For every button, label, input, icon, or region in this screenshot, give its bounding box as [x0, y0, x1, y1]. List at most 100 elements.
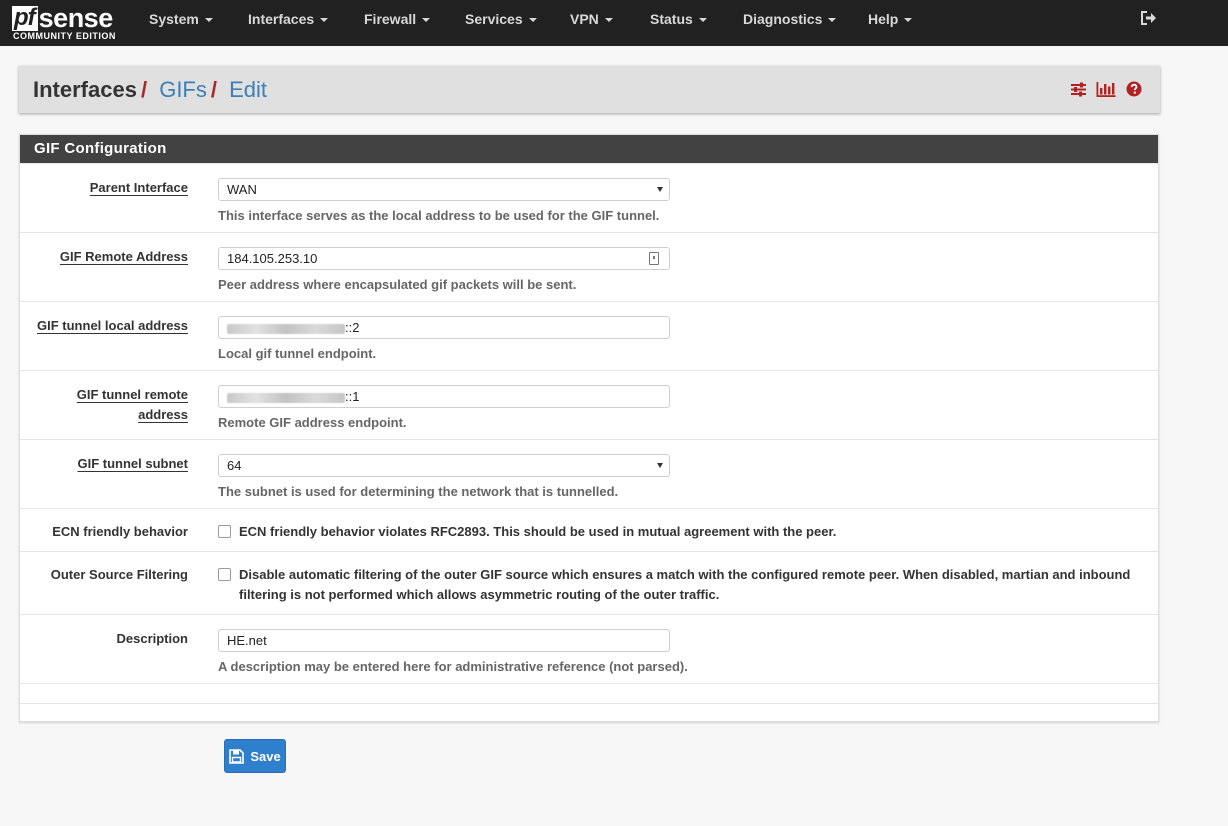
breadcrumb-root: Interfaces [33, 77, 137, 102]
input-value: ::1 [345, 389, 360, 404]
row-ecn-friendly: ECN friendly behavior ECN friendly behav… [20, 508, 1158, 551]
logo-sense: sense [38, 3, 114, 33]
address-book-icon [649, 252, 659, 265]
nav-services-menu[interactable]: Services [465, 0, 537, 38]
nav-help-menu[interactable]: Help [868, 0, 913, 38]
caret-down-icon [604, 18, 613, 23]
select-value: 64 [227, 458, 242, 473]
nav-label: Diagnostics [743, 11, 823, 27]
help-text: Peer address where encapsulated gif pack… [218, 277, 577, 292]
help-text: This interface serves as the local addre… [218, 208, 660, 223]
nav-label: Status [650, 11, 693, 27]
nav-label: Services [465, 11, 523, 27]
nav-interfaces-menu[interactable]: Interfaces [248, 0, 329, 38]
dropdown-arrow-icon [657, 187, 663, 192]
nav-system-menu[interactable]: System [149, 0, 213, 38]
checkbox-label[interactable]: ECN friendly behavior violates RFC2893. … [239, 522, 1149, 542]
save-label: Save [250, 748, 281, 764]
row-spacer [20, 683, 1158, 703]
parent-interface-select[interactable]: WAN [218, 178, 670, 201]
breadcrumb-shortcuts [1068, 80, 1144, 98]
logo-edition: COMMUNITY EDITION [13, 31, 116, 41]
ecn-checkbox-group: ECN friendly behavior violates RFC2893. … [218, 522, 1149, 542]
label-text: GIF tunnel remote [76, 387, 188, 402]
question-circle-icon[interactable] [1124, 80, 1144, 98]
breadcrumb: Interfaces / GIFs / Edit [19, 66, 1160, 113]
nav-firewall-menu[interactable]: Firewall [364, 0, 431, 38]
description-input[interactable]: HE.net [218, 629, 670, 652]
row-remote-address: GIF Remote Address 184.105.253.10 Peer a… [20, 232, 1158, 301]
redacted-address [227, 392, 345, 403]
nav-label: System [149, 11, 199, 27]
tunnel-remote-address-input[interactable]: ::1 [218, 385, 670, 408]
input-value: HE.net [227, 633, 267, 648]
gif-configuration-panel: GIF Configuration Parent Interface WAN T… [19, 134, 1159, 722]
input-value: 184.105.253.10 [227, 251, 318, 266]
sign-out-icon[interactable] [1140, 10, 1158, 26]
tunnel-local-address-input[interactable]: ::2 [218, 316, 670, 339]
input-value: ::2 [345, 320, 360, 335]
field-label: Outer Source Filtering [50, 567, 188, 582]
caret-down-icon [904, 18, 913, 23]
field-label: Parent Interface [28, 178, 188, 198]
field-label: GIF tunnel remote address [28, 385, 188, 425]
nav-label: VPN [570, 11, 599, 27]
nav-label: Firewall [364, 11, 417, 27]
outer-source-checkbox[interactable] [218, 568, 231, 581]
row-tunnel-subnet: GIF tunnel subnet 64 The subnet is used … [20, 439, 1158, 508]
caret-down-icon [828, 18, 837, 23]
logo-pf: pf [12, 6, 38, 31]
caret-down-icon [320, 18, 329, 23]
row-spacer [20, 703, 1158, 721]
label-text: Parent Interface [89, 180, 188, 195]
label-text: GIF Remote Address [59, 249, 188, 264]
outer-source-checkbox-group: Disable automatic filtering of the outer… [218, 565, 1149, 605]
breadcrumb-title: Interfaces / GIFs / Edit [33, 77, 267, 103]
breadcrumb-separator: / [210, 77, 217, 102]
top-navbar: pf sense COMMUNITY EDITION System Interfa… [0, 0, 1228, 46]
nav-diagnostics-menu[interactable]: Diagnostics [743, 0, 837, 38]
ecn-checkbox[interactable] [218, 525, 231, 538]
caret-down-icon [422, 18, 431, 23]
field-label: GIF Remote Address [28, 247, 188, 267]
breadcrumb-edit-link[interactable]: Edit [229, 77, 267, 102]
pfsense-logo[interactable]: pf sense COMMUNITY EDITION [12, 3, 127, 43]
field-label: GIF tunnel subnet [28, 454, 189, 474]
help-text: The subnet is used for determining the n… [218, 484, 619, 499]
row-parent-interface: Parent Interface WAN This interface serv… [20, 163, 1158, 232]
label-text: address [138, 407, 188, 422]
row-tunnel-remote-address: GIF tunnel remote address ::1 Remote GIF… [20, 370, 1158, 439]
tunnel-subnet-select[interactable]: 64 [218, 454, 670, 477]
row-tunnel-local-address: GIF tunnel local address ::2 Local gif t… [20, 301, 1158, 370]
checkbox-label[interactable]: Disable automatic filtering of the outer… [239, 565, 1149, 605]
bar-chart-icon[interactable] [1096, 80, 1116, 98]
nav-vpn-menu[interactable]: VPN [570, 0, 613, 38]
redacted-address [227, 323, 345, 334]
remote-address-input[interactable]: 184.105.253.10 [218, 247, 670, 270]
nav-label: Help [868, 11, 899, 27]
caret-down-icon [528, 18, 537, 23]
caret-down-icon [698, 18, 707, 23]
help-text: Local gif tunnel endpoint. [218, 346, 377, 361]
caret-down-icon [204, 18, 213, 23]
breadcrumb-separator: / [140, 77, 148, 102]
floppy-disk-icon [229, 748, 245, 764]
breadcrumb-gifs-link[interactable]: GIFs [159, 77, 207, 102]
help-text: A description may be entered here for ad… [218, 659, 688, 674]
nav-label: Interfaces [248, 11, 315, 27]
sliders-icon[interactable] [1068, 80, 1088, 98]
panel-title: GIF Configuration [20, 135, 1158, 163]
logo-wordmark: pf sense [12, 3, 114, 33]
field-label: GIF tunnel local address [28, 316, 188, 336]
nav-status-menu[interactable]: Status [650, 0, 707, 38]
row-outer-source-filtering: Outer Source Filtering Disable automatic… [20, 551, 1158, 614]
help-text: Remote GIF address endpoint. [218, 415, 407, 430]
save-button[interactable]: Save [224, 739, 286, 773]
label-text: GIF tunnel local address [37, 318, 188, 333]
label-text: GIF tunnel subnet [77, 456, 189, 471]
select-value: WAN [227, 182, 257, 197]
dropdown-arrow-icon [657, 463, 663, 468]
row-description: Description HE.net A description may be … [20, 614, 1158, 683]
field-label: Description [116, 631, 188, 646]
field-label: ECN friendly behavior [52, 524, 188, 539]
